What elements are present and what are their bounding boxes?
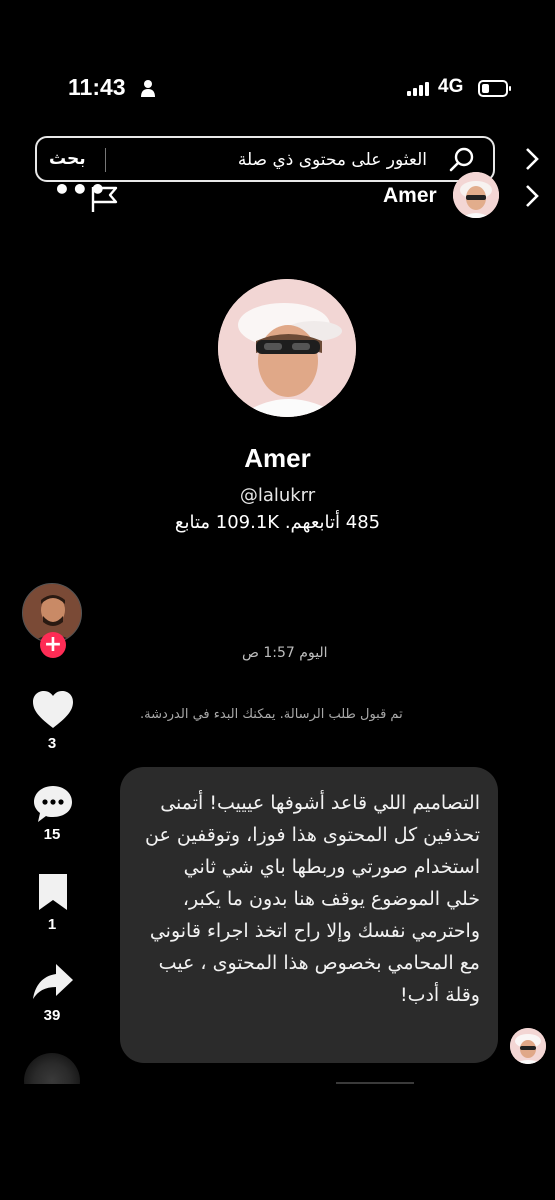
input-divider [336, 1082, 414, 1084]
save-count: 1 [47, 916, 57, 933]
header-username: Amer [383, 184, 437, 207]
share-icon[interactable] [32, 962, 74, 1002]
comment-count: 15 [43, 826, 61, 843]
chevron-right-icon[interactable] [523, 146, 541, 172]
network-type: 4G [438, 76, 464, 97]
search-input[interactable]: العثور على محتوى ذي صلة [238, 150, 427, 170]
message-text: التصاميم اللي قاعد أشوفها عيييب! أتمنى ت… [145, 792, 480, 1006]
signal-icon [407, 82, 429, 96]
battery-icon [478, 80, 511, 97]
profile-stats: 485 أتابعهم. 109.1K متابع [174, 512, 381, 533]
search-button[interactable]: بحث [49, 149, 86, 169]
heart-icon[interactable] [32, 690, 74, 730]
header-avatar[interactable] [453, 172, 499, 218]
flag-icon[interactable] [90, 185, 120, 213]
chat-timestamp: اليوم 1:57 ص [242, 645, 328, 661]
search-icon [449, 147, 474, 172]
sender-avatar[interactable] [510, 1028, 546, 1064]
message-bubble: التصاميم اللي قاعد أشوفها عيييب! أتمنى ت… [120, 767, 498, 1063]
profile-avatar[interactable] [218, 279, 356, 417]
profile-name: Amer [244, 443, 311, 473]
profile-handle: @lalukrr [239, 485, 316, 506]
comment-icon[interactable] [32, 784, 74, 824]
like-count: 3 [47, 735, 57, 752]
request-accepted-notice: تم قبول طلب الرسالة. يمكنك البدء في الدر… [140, 707, 403, 722]
bookmark-icon[interactable] [32, 872, 74, 912]
chevron-right-icon[interactable] [523, 183, 541, 209]
share-count: 39 [43, 1007, 61, 1024]
follow-button[interactable]: + [40, 632, 66, 658]
person-icon [141, 80, 155, 97]
status-time: 11:43 [68, 74, 126, 100]
bottom-area [0, 1084, 555, 1200]
search-divider [105, 148, 106, 172]
